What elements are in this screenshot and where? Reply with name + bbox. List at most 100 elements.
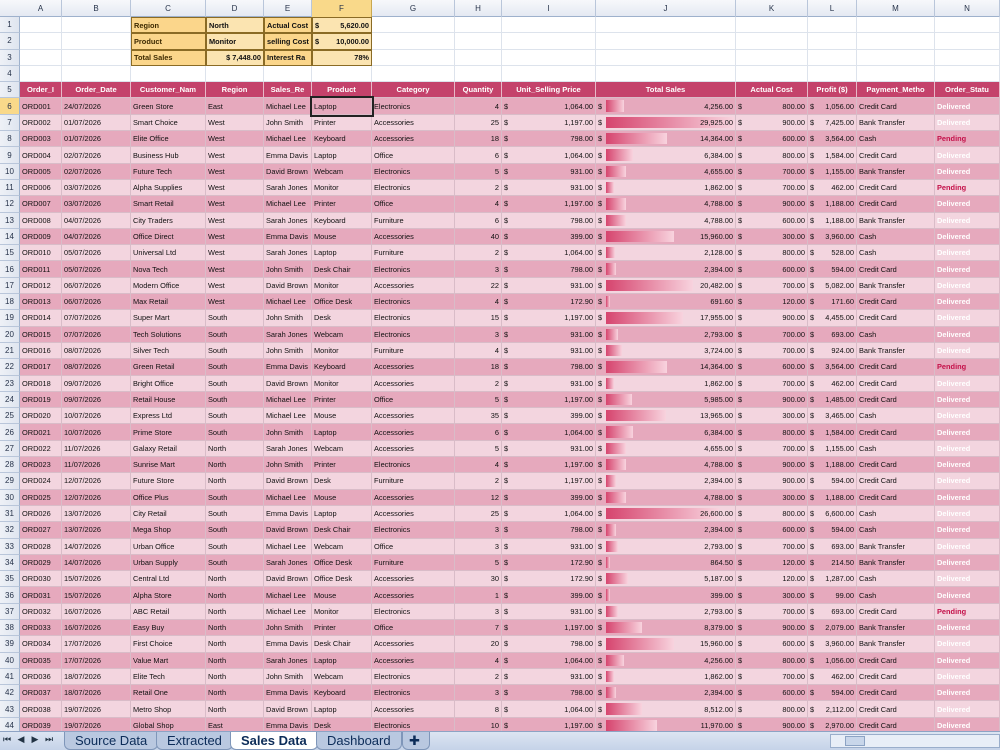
status-cell[interactable]: Delivered (935, 587, 1000, 604)
region-cell[interactable]: North (206, 619, 264, 637)
total-sales-cell[interactable]: $2,394.00 (596, 473, 736, 490)
money-cell[interactable]: $1,064.00 (502, 147, 596, 164)
order-date-cell[interactable]: 06/07/2026 (62, 294, 131, 311)
sales-rep-cell[interactable]: John Smith (264, 668, 312, 686)
customer-name-cell[interactable]: City Retail (131, 505, 206, 523)
product-cell[interactable]: Mouse (312, 587, 372, 604)
row-number[interactable]: 5 (0, 82, 20, 99)
row-number[interactable]: 30 (0, 489, 20, 506)
undefined-cell[interactable]: Cash (857, 440, 935, 458)
product-cell[interactable]: Printer (312, 619, 372, 637)
category-cell[interactable]: Electronics (372, 294, 455, 311)
column-title-14[interactable]: Order_Statu (935, 82, 1000, 99)
column-title-1[interactable]: Order_I (20, 82, 62, 99)
order-id-cell[interactable]: ORD026 (20, 505, 62, 523)
undefined-cell[interactable]: Cash (857, 245, 935, 262)
money-cell[interactable]: $600.00 (736, 359, 808, 376)
money-cell[interactable]: $900.00 (736, 114, 808, 132)
status-cell[interactable]: Delivered (935, 668, 1000, 686)
sales-rep-cell[interactable]: Sarah Jones (264, 652, 312, 669)
order-date-cell[interactable]: 17/07/2026 (62, 652, 131, 669)
status-cell[interactable]: Delivered (935, 424, 1000, 441)
row-number[interactable]: 34 (0, 554, 20, 572)
money-cell[interactable]: $214.50 (808, 554, 857, 572)
row-number[interactable]: 42 (0, 685, 20, 702)
total-sales-cell[interactable]: $691.60 (596, 294, 736, 311)
order-id-cell[interactable]: ORD004 (20, 147, 62, 164)
status-cell[interactable]: Delivered (935, 619, 1000, 637)
sales-rep-cell[interactable]: John Smith (264, 342, 312, 360)
sales-rep-cell[interactable]: Michael Lee (264, 489, 312, 506)
total-sales-cell[interactable]: $6,384.00 (596, 424, 736, 441)
customer-name-cell[interactable]: Green Store (131, 98, 206, 115)
empty-cell[interactable] (264, 65, 312, 83)
customer-name-cell[interactable]: Green Retail (131, 359, 206, 376)
status-cell[interactable]: Delivered (935, 147, 1000, 164)
order-date-cell[interactable]: 13/07/2026 (62, 522, 131, 539)
sales-rep-cell[interactable]: Michael Lee (264, 391, 312, 409)
order-date-cell[interactable]: 04/07/2026 (62, 228, 131, 246)
order-date-cell[interactable]: 05/07/2026 (62, 261, 131, 278)
quantity-cell[interactable]: 6 (455, 212, 502, 229)
status-cell[interactable]: Pending (935, 603, 1000, 620)
product-cell[interactable]: Monitor (312, 342, 372, 360)
total-sales-cell[interactable]: $8,379.00 (596, 619, 736, 637)
product-cell[interactable]: Laptop (310, 96, 374, 117)
order-id-cell[interactable]: ORD028 (20, 538, 62, 555)
region-cell[interactable]: South (206, 424, 264, 441)
empty-cell[interactable] (372, 65, 455, 83)
order-id-cell[interactable]: ORD003 (20, 131, 62, 148)
money-cell[interactable]: $1,287.00 (808, 571, 857, 588)
order-id-cell[interactable]: ORD009 (20, 228, 62, 246)
quantity-cell[interactable]: 7 (455, 619, 502, 637)
total-sales-cell[interactable]: $1,862.00 (596, 179, 736, 197)
sales-rep-cell[interactable]: Emma Davis (264, 717, 312, 731)
order-id-cell[interactable]: ORD024 (20, 473, 62, 490)
category-cell[interactable]: Furniture (372, 245, 455, 262)
region-cell[interactable]: North (206, 668, 264, 686)
undefined-cell[interactable]: Credit Card (857, 147, 935, 164)
order-date-cell[interactable]: 13/07/2026 (62, 505, 131, 523)
row-number[interactable]: 11 (0, 179, 20, 197)
total-sales-cell[interactable]: $4,256.00 (596, 98, 736, 115)
money-cell[interactable]: $924.00 (808, 342, 857, 360)
empty-cell[interactable] (736, 33, 808, 50)
customer-name-cell[interactable]: Express Ltd (131, 408, 206, 425)
region-cell[interactable]: South (206, 375, 264, 392)
customer-name-cell[interactable]: Future Tech (131, 163, 206, 180)
region-cell[interactable]: East (206, 98, 264, 115)
money-cell[interactable]: $800.00 (736, 505, 808, 523)
total-sales-cell[interactable]: $4,788.00 (596, 212, 736, 229)
money-cell[interactable]: $1,197.00 (502, 619, 596, 637)
category-cell[interactable]: Electronics (372, 668, 455, 686)
money-cell[interactable]: $399.00 (502, 228, 596, 246)
order-date-cell[interactable]: 08/07/2026 (62, 342, 131, 360)
status-cell[interactable]: Delivered (935, 522, 1000, 539)
order-date-cell[interactable]: 15/07/2026 (62, 571, 131, 588)
row-number[interactable]: 29 (0, 473, 20, 490)
status-cell[interactable]: Delivered (935, 717, 1000, 731)
empty-cell[interactable] (62, 33, 131, 50)
money-cell[interactable]: $1,197.00 (502, 310, 596, 327)
region-cell[interactable]: South (206, 505, 264, 523)
undefined-cell[interactable]: Credit Card (857, 424, 935, 441)
row-number[interactable]: 19 (0, 310, 20, 327)
undefined-cell[interactable]: Cash (857, 522, 935, 539)
product-cell[interactable]: Laptop (312, 701, 372, 718)
region-cell[interactable]: West (206, 277, 264, 295)
order-date-cell[interactable]: 10/07/2026 (62, 408, 131, 425)
money-cell[interactable]: $931.00 (502, 326, 596, 343)
order-date-cell[interactable]: 02/07/2026 (62, 147, 131, 164)
order-id-cell[interactable]: ORD033 (20, 619, 62, 637)
quantity-cell[interactable]: 3 (455, 603, 502, 620)
product-cell[interactable]: Keyboard (312, 359, 372, 376)
product-cell[interactable]: Printer (312, 391, 372, 409)
sales-rep-cell[interactable]: John Smith (264, 457, 312, 474)
quantity-cell[interactable]: 5 (455, 554, 502, 572)
quantity-cell[interactable]: 10 (455, 717, 502, 731)
quantity-cell[interactable]: 3 (455, 522, 502, 539)
money-cell[interactable]: $1,056.00 (808, 652, 857, 669)
column-title-8[interactable]: Quantity (455, 82, 502, 99)
quantity-cell[interactable]: 4 (455, 98, 502, 115)
product-cell[interactable]: Mouse (312, 408, 372, 425)
